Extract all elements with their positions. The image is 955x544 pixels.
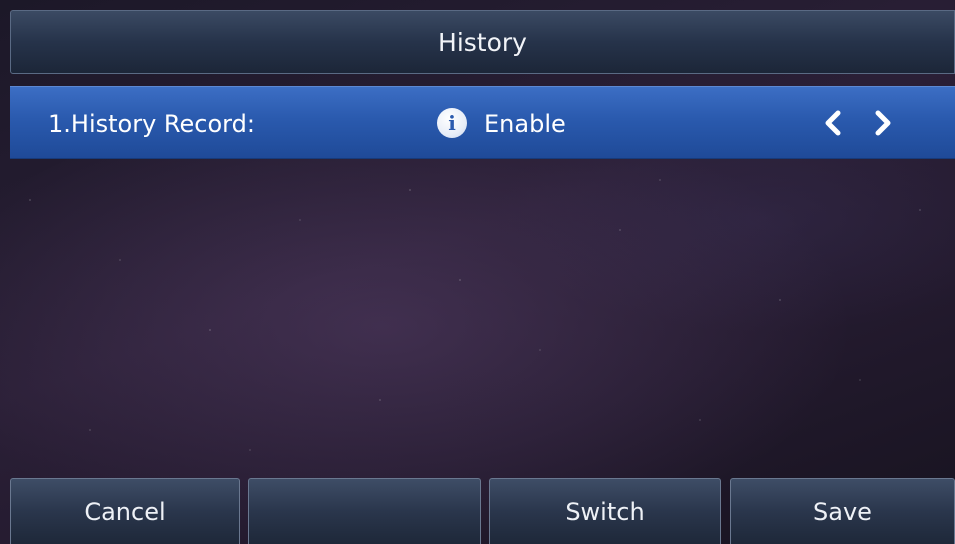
setting-label: 1.History Record: bbox=[48, 109, 255, 138]
empty-softkey[interactable] bbox=[248, 478, 481, 544]
page-title: History bbox=[438, 27, 527, 57]
phone-screen: History 1.History Record: i Enable Cance… bbox=[0, 0, 955, 544]
cancel-button[interactable]: Cancel bbox=[10, 478, 240, 544]
switch-button[interactable]: Switch bbox=[489, 478, 721, 544]
save-button[interactable]: Save bbox=[730, 478, 955, 544]
setting-value: Enable bbox=[484, 109, 566, 138]
softkey-bar: Cancel Switch Save bbox=[10, 478, 955, 544]
chevron-right-icon[interactable] bbox=[868, 103, 898, 143]
starfield-wallpaper bbox=[0, 0, 955, 544]
info-icon: i bbox=[437, 108, 467, 138]
title-bar: History bbox=[10, 10, 955, 74]
chevron-left-icon[interactable] bbox=[818, 103, 848, 143]
setting-row-history-record[interactable]: 1.History Record: i Enable bbox=[10, 86, 955, 159]
